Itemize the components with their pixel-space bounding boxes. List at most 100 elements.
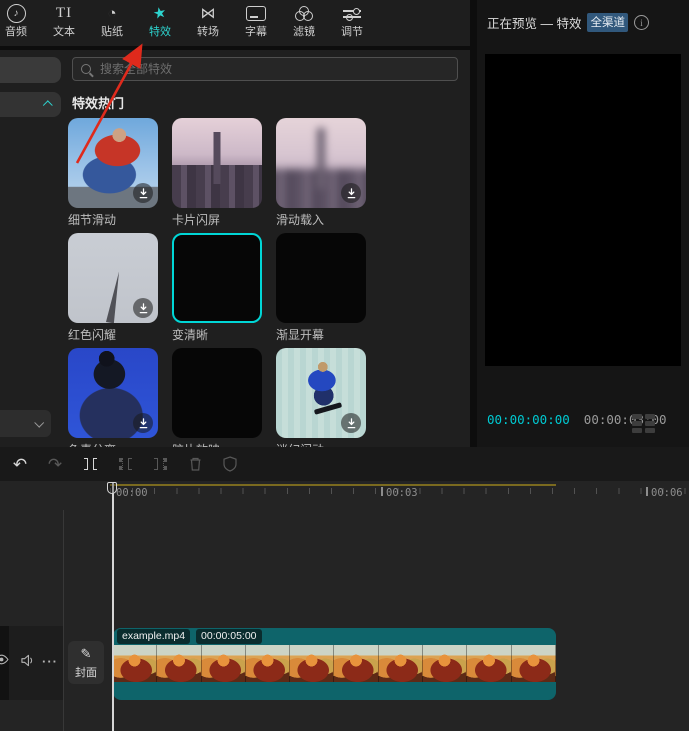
search-input[interactable] xyxy=(98,61,449,77)
mask-icon[interactable] xyxy=(220,454,240,474)
tab-label: 字幕 xyxy=(245,26,267,38)
tab-label: 特效 xyxy=(149,26,171,38)
sticker-icon: ◔ xyxy=(107,3,116,24)
effect-thumbnail[interactable] xyxy=(68,118,158,208)
clip-filmstrip xyxy=(113,645,556,682)
pencil-icon: ✎ xyxy=(81,646,92,662)
captions-icon xyxy=(246,6,266,21)
effect-thumbnail[interactable] xyxy=(68,348,158,438)
effect-thumbnail[interactable] xyxy=(172,118,262,208)
video-viewport xyxy=(485,54,681,366)
filmstrip-frame xyxy=(379,645,423,682)
effect-label: 卡片闪屏 xyxy=(172,213,262,227)
preview-header: 正在预览 — 特效 全渠道 xyxy=(487,13,649,32)
playhead-handle[interactable] xyxy=(107,482,117,494)
download-icon[interactable] xyxy=(133,298,153,318)
download-icon[interactable] xyxy=(341,413,361,433)
redo-icon[interactable]: ↷ xyxy=(45,454,65,474)
filmstrip-frame xyxy=(202,645,246,682)
tab-label: 贴纸 xyxy=(101,26,123,38)
effect-thumbnail[interactable] xyxy=(276,348,366,438)
undo-icon[interactable]: ↶ xyxy=(10,454,30,474)
media-type-toolbar: ♪ 音频 TI 文本 ◔ 贴纸 ★ 特效 ⋈ 转场 字幕 滤镜 调节 xyxy=(0,0,470,46)
cover-button[interactable]: ✎ 封面 xyxy=(68,641,104,684)
effects-star-icon: ★ xyxy=(151,2,169,25)
split-delete-right-icon[interactable] xyxy=(150,454,170,474)
clip-filename: example.mp4 xyxy=(117,629,190,644)
effect-item[interactable]: 滑动载入 xyxy=(276,118,366,227)
tab-adjust[interactable]: 调节 xyxy=(334,3,370,44)
effect-thumbnail[interactable] xyxy=(172,348,262,438)
tab-label: 转场 xyxy=(197,26,219,38)
download-icon[interactable] xyxy=(133,183,153,203)
clip-header: example.mp4 00:00:05:00 xyxy=(113,628,556,645)
more-options-icon[interactable]: ··· xyxy=(42,654,58,669)
effect-thumbnail[interactable] xyxy=(276,233,366,323)
track-header-divider xyxy=(63,510,64,731)
capcut-editor-window: ♪ 音频 TI 文本 ◔ 贴纸 ★ 特效 ⋈ 转场 字幕 滤镜 调节 xyxy=(0,0,689,731)
tab-text[interactable]: TI 文本 xyxy=(46,3,82,44)
filmstrip-frame xyxy=(423,645,467,682)
clip-extent-line xyxy=(110,484,556,486)
preview-panel: 正在预览 — 特效 全渠道 00:00:00:00 00:00:03:00 xyxy=(477,0,689,447)
tab-transition[interactable]: ⋈ 转场 xyxy=(190,3,226,44)
tab-filter[interactable]: 滤镜 xyxy=(286,3,322,44)
filmstrip-frame xyxy=(334,645,378,682)
effect-thumbnail[interactable] xyxy=(68,233,158,323)
cover-button-label: 封面 xyxy=(75,664,97,680)
mute-track-icon[interactable] xyxy=(20,654,35,667)
effects-grid: 细节滑动 卡片闪屏 滑动载入 xyxy=(68,118,388,447)
delete-icon[interactable] xyxy=(185,454,205,474)
effect-item[interactable]: 胶片放映 xyxy=(172,348,262,447)
effect-thumbnail[interactable] xyxy=(172,233,262,323)
download-icon[interactable] xyxy=(341,183,361,203)
timeline-area: ··· ✎ 封面 example.mp4 00:00:05:00 xyxy=(0,502,689,731)
collapse-panel-button[interactable] xyxy=(0,92,61,117)
ruler-label: 00:00 xyxy=(116,487,148,499)
effect-item[interactable]: 卡片闪屏 xyxy=(172,118,262,227)
collapsed-category-button[interactable] xyxy=(0,57,61,83)
filmstrip-frame xyxy=(246,645,290,682)
category-dropdown[interactable] xyxy=(0,410,51,437)
tab-effects[interactable]: ★ 特效 xyxy=(142,3,178,44)
timeline-ruler[interactable]: 00:00 00:03 00:06 xyxy=(0,481,689,502)
effect-label: 细节滑动 xyxy=(68,213,158,227)
effect-item-selected[interactable]: 变清晰 xyxy=(172,233,262,342)
layout-grid-icon[interactable] xyxy=(632,414,655,433)
tab-label: 调节 xyxy=(341,26,363,38)
tab-sticker[interactable]: ◔ 贴纸 xyxy=(94,3,130,44)
playhead-line xyxy=(112,482,114,731)
effect-item[interactable]: 红色闪耀 xyxy=(68,233,158,342)
major-tick xyxy=(646,487,648,496)
effect-label: 变清晰 xyxy=(172,328,262,342)
split-icon[interactable] xyxy=(80,454,100,474)
current-timecode: 00:00:00:00 xyxy=(487,412,570,427)
filter-icon xyxy=(294,6,314,22)
filmstrip-frame xyxy=(467,645,511,682)
tab-captions[interactable]: 字幕 xyxy=(238,3,274,44)
effect-item[interactable]: 色素分离 xyxy=(68,348,158,447)
video-clip[interactable]: example.mp4 00:00:05:00 xyxy=(113,628,556,700)
effect-label: 渐显开幕 xyxy=(276,328,366,342)
download-icon[interactable] xyxy=(133,413,153,433)
info-icon[interactable] xyxy=(634,15,649,30)
tab-audio[interactable]: ♪ 音频 xyxy=(0,3,34,44)
effect-item[interactable]: 渐显开幕 xyxy=(276,233,366,342)
effects-panel: 特效热门 细节滑动 卡片闪屏 xyxy=(0,50,470,447)
filmstrip-frame xyxy=(512,645,556,682)
effect-label: 红色闪耀 xyxy=(68,328,158,342)
split-delete-left-icon[interactable] xyxy=(115,454,135,474)
toggle-visibility-icon[interactable] xyxy=(0,654,9,665)
effects-search-bar[interactable] xyxy=(72,57,458,81)
section-title: 特效热门 xyxy=(72,93,124,112)
audio-icon: ♪ xyxy=(7,4,26,23)
effect-item[interactable]: 迷幻闪动 xyxy=(276,348,366,447)
effect-thumbnail[interactable] xyxy=(276,118,366,208)
transition-icon: ⋈ xyxy=(201,3,216,24)
effect-item[interactable]: 细节滑动 xyxy=(68,118,158,227)
text-icon: TI xyxy=(56,3,72,24)
tab-label: 音频 xyxy=(5,26,27,38)
filmstrip-frame xyxy=(290,645,334,682)
major-tick xyxy=(381,487,383,496)
search-icon xyxy=(81,64,91,74)
